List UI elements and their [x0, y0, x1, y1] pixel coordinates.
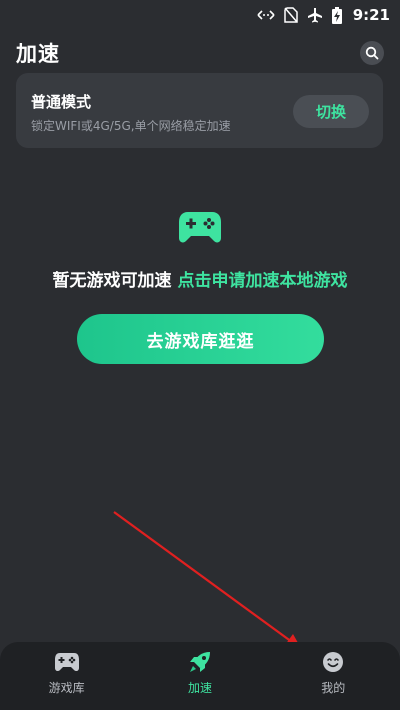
mode-description: 锁定WIFI或4G/5G,单个网络稳定加速 [31, 119, 231, 133]
nav-item-accelerate[interactable]: 加速 [155, 650, 245, 696]
switch-mode-button[interactable]: 切换 [293, 95, 369, 128]
header: 加速 [16, 36, 384, 70]
empty-state-message: 暂无游戏可加速 点击申请加速本地游戏 [0, 266, 400, 291]
data-transfer-icon [257, 8, 275, 22]
nav-item-mine[interactable]: 我的 [288, 650, 378, 696]
status-bar: 9:21 [0, 0, 400, 30]
rocket-icon [187, 650, 213, 674]
gamepad-icon [178, 210, 222, 244]
nav-label: 我的 [321, 681, 346, 695]
gamepad-icon [54, 650, 80, 674]
nav-label: 加速 [187, 681, 212, 695]
no-sim-icon [283, 7, 298, 23]
nav-item-game-library[interactable]: 游戏库 [22, 650, 112, 696]
go-to-library-button[interactable]: 去游戏库逛逛 [77, 314, 324, 364]
airplane-mode-icon [307, 7, 323, 23]
no-games-text: 暂无游戏可加速 [52, 271, 172, 291]
search-button[interactable] [360, 41, 384, 65]
battery-charging-icon [331, 6, 342, 24]
status-time: 9:21 [352, 6, 390, 24]
smiley-icon [320, 650, 346, 674]
page-title: 加速 [16, 42, 60, 66]
mode-card: 普通模式 锁定WIFI或4G/5G,单个网络稳定加速 切换 [16, 73, 383, 148]
nav-label: 游戏库 [48, 681, 85, 695]
request-local-game-link[interactable]: 点击申请加速本地游戏 [178, 271, 348, 291]
search-icon [365, 46, 379, 60]
bottom-nav: 游戏库 加速 我的 [0, 642, 400, 710]
accelerate-screen: 9:21 加速 普通模式 锁定WIFI或4G/5G,单个网络稳定加速 切换 暂无… [0, 0, 400, 710]
mode-title: 普通模式 [31, 93, 92, 111]
